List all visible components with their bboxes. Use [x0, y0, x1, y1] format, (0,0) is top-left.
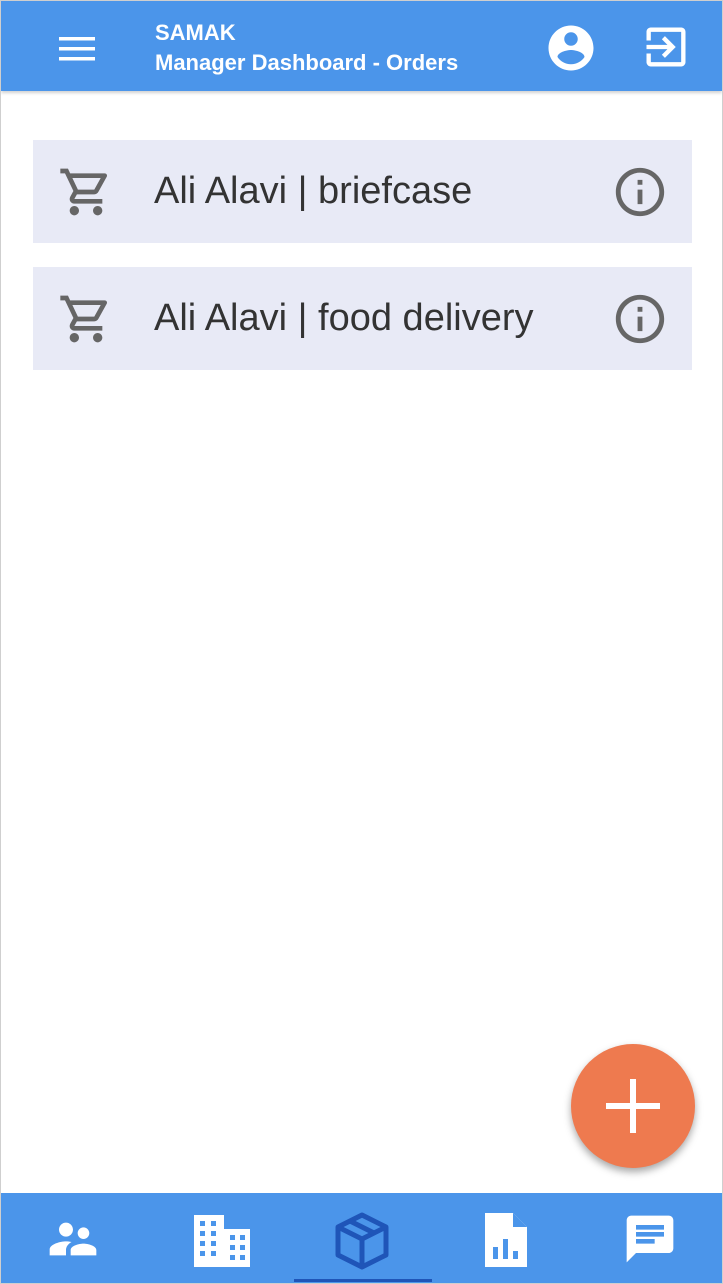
order-info-button[interactable] [611, 290, 669, 348]
app-bar-titles: SAMAK Manager Dashboard - Orders [155, 19, 458, 79]
order-label: Ali Alavi | briefcase [154, 170, 473, 212]
bottom-navigation [1, 1193, 722, 1283]
people-icon [49, 1222, 97, 1256]
shopping-cart-icon [57, 164, 115, 220]
nav-item-messages[interactable] [578, 1193, 722, 1283]
app-bar: SAMAK Manager Dashboard - Orders [1, 1, 722, 91]
active-tab-indicator [294, 1279, 432, 1282]
app-frame: SAMAK Manager Dashboard - Orders Ali Ala… [0, 0, 723, 1284]
nav-item-orders[interactable] [290, 1193, 434, 1283]
info-icon [615, 167, 665, 217]
order-item[interactable]: Ali Alavi | food delivery [33, 267, 692, 370]
add-order-button[interactable] [571, 1044, 695, 1168]
info-icon [615, 294, 665, 344]
account-circle-icon [548, 25, 594, 71]
nav-item-reports[interactable] [434, 1193, 578, 1283]
add-icon [606, 1079, 660, 1133]
package-icon [335, 1212, 389, 1270]
nav-item-buildings[interactable] [150, 1193, 294, 1283]
chat-icon [626, 1215, 674, 1263]
order-info-button[interactable] [611, 163, 669, 221]
account-button[interactable] [544, 21, 598, 75]
nav-item-people[interactable] [1, 1193, 145, 1283]
order-item[interactable]: Ali Alavi | briefcase [33, 140, 692, 243]
orders-list: Ali Alavi | briefcase Ali Alavi | food d… [33, 140, 692, 394]
shopping-cart-icon [57, 291, 115, 347]
app-title: SAMAK [155, 20, 236, 45]
exit-to-app-icon [646, 27, 686, 67]
page-subtitle: Manager Dashboard - Orders [155, 50, 459, 75]
logout-button[interactable] [640, 21, 692, 73]
menu-button[interactable] [57, 35, 97, 63]
order-label: Ali Alavi | food delivery [154, 297, 534, 339]
report-chart-icon [485, 1213, 527, 1267]
building-icon [194, 1215, 250, 1267]
menu-icon [59, 37, 95, 61]
